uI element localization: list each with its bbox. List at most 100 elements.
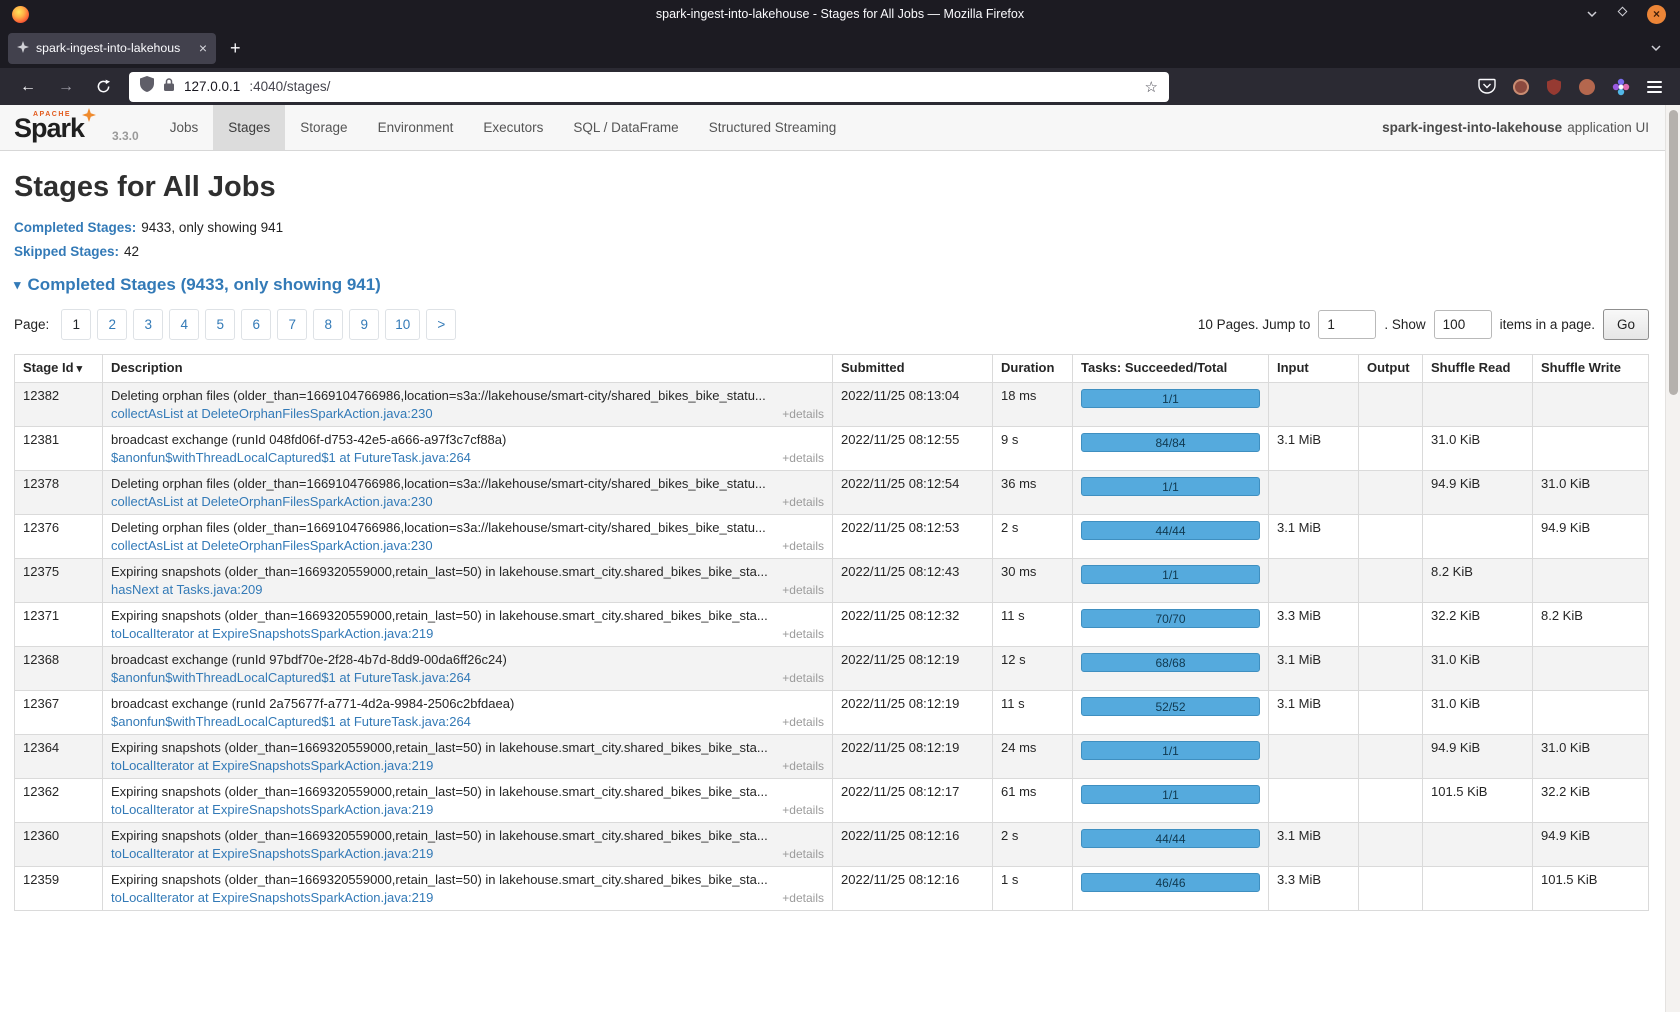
stage-callsite-link[interactable]: toLocalIterator at ExpireSnapshotsSparkA… <box>111 758 433 773</box>
pages-info: 10 Pages. Jump to <box>1198 317 1311 332</box>
column-header-shuffle-read[interactable]: Shuffle Read <box>1423 355 1533 383</box>
output-cell <box>1359 559 1423 603</box>
shuffle-write-cell: 8.2 KiB <box>1533 603 1649 647</box>
nav-item-jobs[interactable]: Jobs <box>155 105 214 150</box>
completed-stages-link[interactable]: Completed Stages: <box>14 220 136 235</box>
details-toggle[interactable]: +details <box>782 847 824 861</box>
account-avatar-icon[interactable] <box>1513 79 1529 95</box>
stage-callsite-link[interactable]: $anonfun$withThreadLocalCaptured$1 at Fu… <box>111 670 471 685</box>
column-header-stage-id[interactable]: Stage Id ▾ <box>15 355 103 383</box>
table-row: 12375 Expiring snapshots (older_than=166… <box>15 559 1649 603</box>
details-toggle[interactable]: +details <box>782 583 824 597</box>
profile-avatar-icon[interactable] <box>1579 79 1595 95</box>
nav-item-storage[interactable]: Storage <box>285 105 362 150</box>
column-header-output[interactable]: Output <box>1359 355 1423 383</box>
table-row: 12367 broadcast exchange (runId 2a75677f… <box>15 691 1649 735</box>
details-toggle[interactable]: +details <box>782 803 824 817</box>
completed-stages-section-toggle[interactable]: ▾ Completed Stages (9433, only showing 9… <box>14 275 1649 295</box>
stage-callsite-link[interactable]: toLocalIterator at ExpireSnapshotsSparkA… <box>111 846 433 861</box>
next-page-button[interactable]: > <box>426 309 456 340</box>
new-tab-button[interactable]: + <box>222 38 249 59</box>
browser-tab[interactable]: spark-ingest-into-lakehous × <box>8 33 216 64</box>
url-bar[interactable]: 127.0.0.1:4040/stages/ ☆ <box>129 72 1169 102</box>
page-button-10[interactable]: 10 <box>385 309 420 340</box>
column-header-duration[interactable]: Duration <box>993 355 1073 383</box>
list-all-tabs-icon[interactable] <box>1650 44 1672 52</box>
page-button-8[interactable]: 8 <box>313 309 343 340</box>
page-button-2[interactable]: 2 <box>97 309 127 340</box>
shuffle-write-cell <box>1533 691 1649 735</box>
minimize-button[interactable] <box>1586 5 1598 23</box>
column-header-shuffle-write[interactable]: Shuffle Write <box>1533 355 1649 383</box>
stage-description: broadcast exchange (runId 2a75677f-a771-… <box>111 696 824 711</box>
forward-button[interactable]: → <box>48 78 84 96</box>
details-toggle[interactable]: +details <box>782 539 824 553</box>
input-cell <box>1269 559 1359 603</box>
skipped-stages-link[interactable]: Skipped Stages: <box>14 244 119 259</box>
stage-callsite-link[interactable]: collectAsList at DeleteOrphanFilesSparkA… <box>111 538 433 553</box>
stage-description: Deleting orphan files (older_than=166910… <box>111 520 824 535</box>
extension-pinwheel-icon[interactable] <box>1612 78 1630 96</box>
column-header-submitted[interactable]: Submitted <box>833 355 993 383</box>
column-header-input[interactable]: Input <box>1269 355 1359 383</box>
reload-icon[interactable] <box>86 79 121 94</box>
nav-item-sql-dataframe[interactable]: SQL / DataFrame <box>558 105 693 150</box>
details-toggle[interactable]: +details <box>782 671 824 685</box>
stage-callsite-link[interactable]: collectAsList at DeleteOrphanFilesSparkA… <box>111 494 433 509</box>
tab-close-icon[interactable]: × <box>199 40 207 56</box>
back-button[interactable]: ← <box>10 78 46 96</box>
column-header-tasks-succeeded-total[interactable]: Tasks: Succeeded/Total <box>1073 355 1269 383</box>
bookmark-star-icon[interactable]: ☆ <box>1145 78 1158 96</box>
input-cell: 3.1 MiB <box>1269 515 1359 559</box>
jump-page-input[interactable] <box>1318 310 1376 339</box>
details-toggle[interactable]: +details <box>782 407 824 421</box>
column-header-description[interactable]: Description <box>103 355 833 383</box>
details-toggle[interactable]: +details <box>782 495 824 509</box>
details-toggle[interactable]: +details <box>782 759 824 773</box>
stage-id-cell: 12376 <box>15 515 103 559</box>
scrollbar-track[interactable] <box>1665 105 1680 1012</box>
stage-callsite-link[interactable]: collectAsList at DeleteOrphanFilesSparkA… <box>111 406 433 421</box>
stage-description: Expiring snapshots (older_than=166932055… <box>111 608 824 623</box>
maximize-button[interactable] <box>1616 5 1629 23</box>
menu-icon[interactable] <box>1647 81 1662 93</box>
duration-cell: 36 ms <box>993 471 1073 515</box>
details-toggle[interactable]: +details <box>782 891 824 905</box>
details-toggle[interactable]: +details <box>782 451 824 465</box>
stage-callsite-link[interactable]: $anonfun$withThreadLocalCaptured$1 at Fu… <box>111 450 471 465</box>
page-button-1[interactable]: 1 <box>61 309 91 340</box>
spark-logo[interactable]: APACHE Spark <box>12 105 112 150</box>
stage-callsite-link[interactable]: $anonfun$withThreadLocalCaptured$1 at Fu… <box>111 714 471 729</box>
nav-item-environment[interactable]: Environment <box>363 105 469 150</box>
details-toggle[interactable]: +details <box>782 715 824 729</box>
tracking-shield-icon[interactable] <box>140 76 154 97</box>
stage-callsite-link[interactable]: toLocalIterator at ExpireSnapshotsSparkA… <box>111 626 433 641</box>
page-button-6[interactable]: 6 <box>241 309 271 340</box>
stages-table-body: 12382 Deleting orphan files (older_than=… <box>15 383 1649 911</box>
nav-item-executors[interactable]: Executors <box>468 105 558 150</box>
page-size-input[interactable] <box>1434 310 1492 339</box>
page-button-5[interactable]: 5 <box>205 309 235 340</box>
go-button[interactable]: Go <box>1603 309 1649 340</box>
lock-icon[interactable] <box>163 77 175 97</box>
adblock-shield-icon[interactable] <box>1546 79 1562 95</box>
stage-description: Deleting orphan files (older_than=166910… <box>111 388 824 403</box>
stage-callsite-link[interactable]: toLocalIterator at ExpireSnapshotsSparkA… <box>111 890 433 905</box>
page-button-9[interactable]: 9 <box>349 309 379 340</box>
output-cell <box>1359 647 1423 691</box>
details-toggle[interactable]: +details <box>782 627 824 641</box>
duration-cell: 24 ms <box>993 735 1073 779</box>
input-cell: 3.1 MiB <box>1269 647 1359 691</box>
page-button-7[interactable]: 7 <box>277 309 307 340</box>
items-label: items in a page. <box>1500 317 1595 332</box>
page-button-4[interactable]: 4 <box>169 309 199 340</box>
page-button-3[interactable]: 3 <box>133 309 163 340</box>
nav-item-stages[interactable]: Stages <box>213 105 285 150</box>
stage-callsite-link[interactable]: toLocalIterator at ExpireSnapshotsSparkA… <box>111 802 433 817</box>
close-button[interactable]: × <box>1647 5 1666 24</box>
nav-item-structured-streaming[interactable]: Structured Streaming <box>694 105 852 150</box>
stage-callsite-link[interactable]: hasNext at Tasks.java:209 <box>111 582 263 597</box>
pocket-icon[interactable] <box>1478 78 1496 95</box>
stage-id-cell: 12378 <box>15 471 103 515</box>
scrollbar-thumb[interactable] <box>1669 110 1678 395</box>
